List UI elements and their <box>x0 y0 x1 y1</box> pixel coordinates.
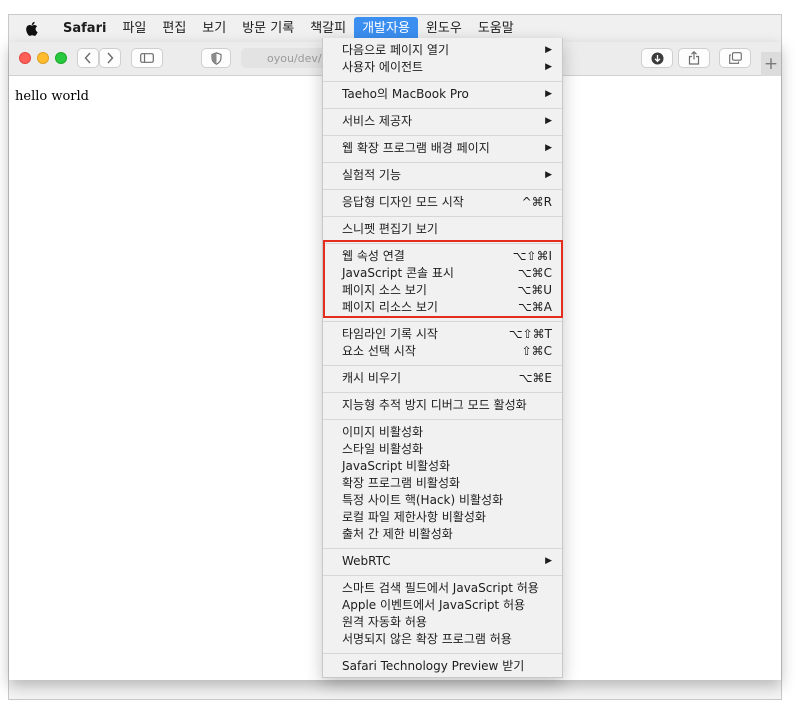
menu-safari[interactable]: Safari <box>55 17 114 40</box>
menu-separator <box>323 419 562 420</box>
menu-item-webrtc[interactable]: WebRTC ▶ <box>323 553 562 570</box>
menu-separator <box>323 162 562 163</box>
plus-icon: + <box>763 54 779 74</box>
menu-help[interactable]: 도움말 <box>470 17 522 40</box>
menu-separator <box>323 365 562 366</box>
submenu-arrow-icon: ▶ <box>545 116 552 126</box>
privacy-report-button[interactable] <box>201 48 231 68</box>
menu-separator <box>323 653 562 654</box>
menu-item-show-page-resources[interactable]: 페이지 리소스 보기 ⌥⌘A <box>323 299 562 316</box>
menu-item-start-element-selection[interactable]: 요소 선택 시작 ⇧⌘C <box>323 343 562 360</box>
menu-item-disable-local-file-restrictions[interactable]: 로컬 파일 제한사항 비활성화 <box>323 509 562 526</box>
menu-item-open-page-with[interactable]: 다음으로 페이지 열기 ▶ <box>323 42 562 59</box>
menu-item-itp-debug-mode[interactable]: 지능형 추적 방지 디버그 모드 활성화 <box>323 397 562 414</box>
menu-bookmarks[interactable]: 책갈피 <box>302 17 354 40</box>
menu-item-allow-js-smart-search[interactable]: 스마트 검색 필드에서 JavaScript 허용 <box>323 580 562 597</box>
menu-item-service-providers[interactable]: 서비스 제공자 ▶ <box>323 113 562 130</box>
menu-separator <box>323 321 562 322</box>
menu-item-snippet-editor[interactable]: 스니펫 편집기 보기 <box>323 221 562 238</box>
menu-item-allow-unsigned-extensions[interactable]: 서명되지 않은 확장 프로그램 허용 <box>323 631 562 648</box>
menu-separator <box>323 216 562 217</box>
share-icon <box>688 51 700 65</box>
submenu-arrow-icon: ▶ <box>545 89 552 99</box>
sidebar-icon <box>140 53 154 63</box>
tabs-icon <box>728 52 742 64</box>
shortcut-label: ⇧⌘C <box>521 344 552 358</box>
close-window-button[interactable] <box>19 52 31 64</box>
menu-develop[interactable]: 개발자용 <box>354 17 418 40</box>
share-button[interactable] <box>678 48 710 68</box>
menu-item-empty-caches[interactable]: 캐시 비우기 ⌥⌘E <box>323 370 562 387</box>
menu-item-show-javascript-console[interactable]: JavaScript 콘솔 표시 ⌥⌘C <box>323 265 562 282</box>
menu-item-allow-remote-automation[interactable]: 원격 자동화 허용 <box>323 614 562 631</box>
menu-separator <box>323 548 562 549</box>
menu-item-disable-images[interactable]: 이미지 비활성화 <box>323 424 562 441</box>
menu-separator <box>323 108 562 109</box>
menu-item-disable-styles[interactable]: 스타일 비활성화 <box>323 441 562 458</box>
menu-item-disable-site-hacks[interactable]: 특정 사이트 핵(Hack) 비활성화 <box>323 492 562 509</box>
shield-icon <box>210 51 222 65</box>
submenu-arrow-icon: ▶ <box>545 45 552 55</box>
menu-item-show-page-source[interactable]: 페이지 소스 보기 ⌥⌘U <box>323 282 562 299</box>
minimize-window-button[interactable] <box>37 52 49 64</box>
menu-item-disable-extensions[interactable]: 확장 프로그램 비활성화 <box>323 475 562 492</box>
submenu-arrow-icon: ▶ <box>545 143 552 153</box>
forward-button[interactable] <box>99 48 121 68</box>
address-text: oyou/dev/V <box>267 51 330 65</box>
downloads-button[interactable] <box>641 48 673 68</box>
menu-separator <box>323 392 562 393</box>
apple-icon[interactable] <box>25 21 41 37</box>
menu-item-extension-background-pages[interactable]: 웹 확장 프로그램 배경 페이지 ▶ <box>323 140 562 157</box>
chevron-right-icon <box>107 52 114 64</box>
shortcut-label: ⌥⌘A <box>517 300 552 314</box>
tab-overview-button[interactable] <box>719 48 751 68</box>
menu-item-get-safari-technology-preview[interactable]: Safari Technology Preview 받기 <box>323 658 562 675</box>
menu-item-allow-js-apple-events[interactable]: Apple 이벤트에서 JavaScript 허용 <box>323 597 562 614</box>
submenu-arrow-icon: ▶ <box>545 170 552 180</box>
zoom-window-button[interactable] <box>55 52 67 64</box>
menu-item-responsive-design-mode[interactable]: 응답형 디자인 모드 시작 ^⌘R <box>323 194 562 211</box>
submenu-arrow-icon: ▶ <box>545 556 552 566</box>
shortcut-label: ⌥⇧⌘T <box>508 327 552 341</box>
menu-separator <box>323 81 562 82</box>
menu-item-device[interactable]: Taeho의 MacBook Pro ▶ <box>323 86 562 103</box>
menu-item-user-agent[interactable]: 사용자 에이전트 ▶ <box>323 59 562 76</box>
page-body-text: hello world <box>15 89 89 104</box>
menu-item-connect-web-inspector[interactable]: 웹 속성 연결 ⌥⇧⌘I <box>323 248 562 265</box>
menu-view[interactable]: 보기 <box>194 17 234 40</box>
chevron-left-icon <box>84 52 91 64</box>
sidebar-toggle-button[interactable] <box>131 48 163 68</box>
menu-edit[interactable]: 편집 <box>154 17 194 40</box>
shortcut-label: ⌥⌘C <box>517 266 552 280</box>
new-tab-button[interactable]: + <box>761 52 781 76</box>
menu-separator <box>323 189 562 190</box>
address-bar[interactable]: oyou/dev/V <box>241 48 331 68</box>
menu-separator <box>323 243 562 244</box>
shortcut-label: ^⌘R <box>521 195 552 209</box>
submenu-arrow-icon: ▶ <box>545 62 552 72</box>
menu-item-disable-javascript[interactable]: JavaScript 비활성화 <box>323 458 562 475</box>
download-icon <box>651 52 663 64</box>
shortcut-label: ⌥⌘U <box>517 283 552 297</box>
menu-item-experimental-features[interactable]: 실험적 기능 ▶ <box>323 167 562 184</box>
menu-separator <box>323 575 562 576</box>
shortcut-label: ⌥⇧⌘I <box>512 249 552 263</box>
menu-file[interactable]: 파일 <box>114 17 154 40</box>
menu-separator <box>323 135 562 136</box>
back-button[interactable] <box>77 48 99 68</box>
menu-item-start-timeline-recording[interactable]: 타임라인 기록 시작 ⌥⇧⌘T <box>323 326 562 343</box>
menu-history[interactable]: 방문 기록 <box>234 17 302 40</box>
menu-item-disable-cross-origin-restrictions[interactable]: 출처 간 제한 비활성화 <box>323 526 562 543</box>
shortcut-label: ⌥⌘E <box>518 371 552 385</box>
develop-menu-dropdown: 다음으로 페이지 열기 ▶ 사용자 에이전트 ▶ Taeho의 MacBook … <box>322 38 563 678</box>
menu-window[interactable]: 윈도우 <box>418 17 470 40</box>
